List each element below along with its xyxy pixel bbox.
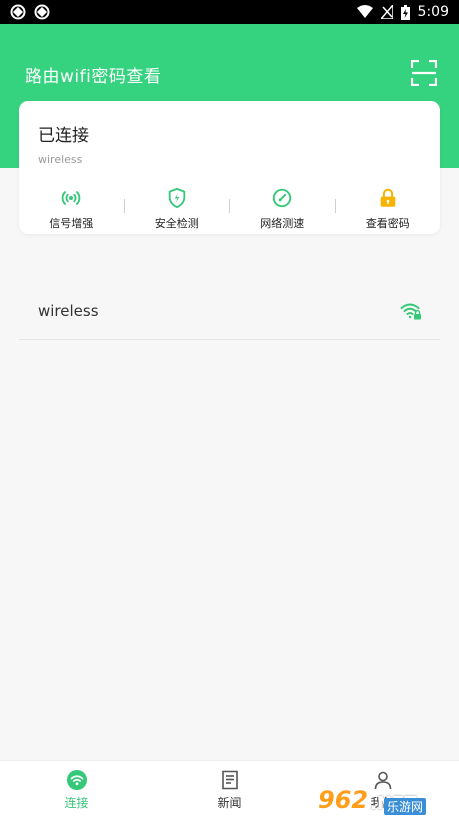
watermark-number: 962 <box>318 786 369 814</box>
tool-label: 查看密码 <box>365 217 410 230</box>
wifi-signal-icon <box>356 5 373 19</box>
wifi-name: wireless <box>38 301 99 320</box>
wifi-icon <box>66 770 87 790</box>
wifi-locked-icon <box>400 303 421 319</box>
watermark-site: 乐游网 <box>384 798 427 815</box>
lock-icon <box>380 188 396 207</box>
news-icon <box>221 770 238 790</box>
connection-status: 已连接 <box>38 126 89 146</box>
app-notification-icon <box>34 4 50 20</box>
wifi-list-item[interactable]: wireless <box>19 282 440 340</box>
shield-bolt-icon <box>168 187 185 209</box>
nav-label: 连接 <box>64 796 89 810</box>
tool-signal-boost[interactable]: 信号增强 <box>19 187 124 231</box>
nav-label: 新闻 <box>217 796 242 810</box>
tool-label: 网络测速 <box>260 217 305 230</box>
connection-card: 已连接 wireless 信号增强 安全检测 网络测速 查看密码 <box>19 101 440 234</box>
tool-security-check[interactable]: 安全检测 <box>125 187 230 231</box>
signal-boost-icon <box>61 191 81 205</box>
scan-icon <box>410 59 438 87</box>
status-time: 5:09 <box>417 4 449 20</box>
tool-label: 信号增强 <box>49 217 94 230</box>
speedometer-icon <box>273 188 292 208</box>
status-bar-right: 5:09 <box>356 4 449 20</box>
connected-ssid: wireless <box>38 153 83 166</box>
scan-button[interactable] <box>410 59 438 87</box>
status-bar: 5:09 <box>0 0 459 24</box>
nav-connect[interactable]: 连接 <box>0 767 153 811</box>
tool-view-password[interactable]: 查看密码 <box>336 187 441 231</box>
status-bar-left <box>10 4 50 20</box>
app-notification-icon <box>10 4 26 20</box>
page-title: 路由wifi密码查看 <box>25 67 162 87</box>
battery-charging-icon <box>400 4 410 20</box>
cell-signal-off-icon <box>380 5 393 19</box>
tool-bar: 信号增强 安全检测 网络测速 查看密码 <box>19 187 440 231</box>
site-watermark: 962 .NET 乐游网 <box>318 770 454 815</box>
nav-news[interactable]: 新闻 <box>153 767 306 811</box>
tool-speed-test[interactable]: 网络测速 <box>230 187 335 231</box>
tool-label: 安全检测 <box>154 217 199 230</box>
